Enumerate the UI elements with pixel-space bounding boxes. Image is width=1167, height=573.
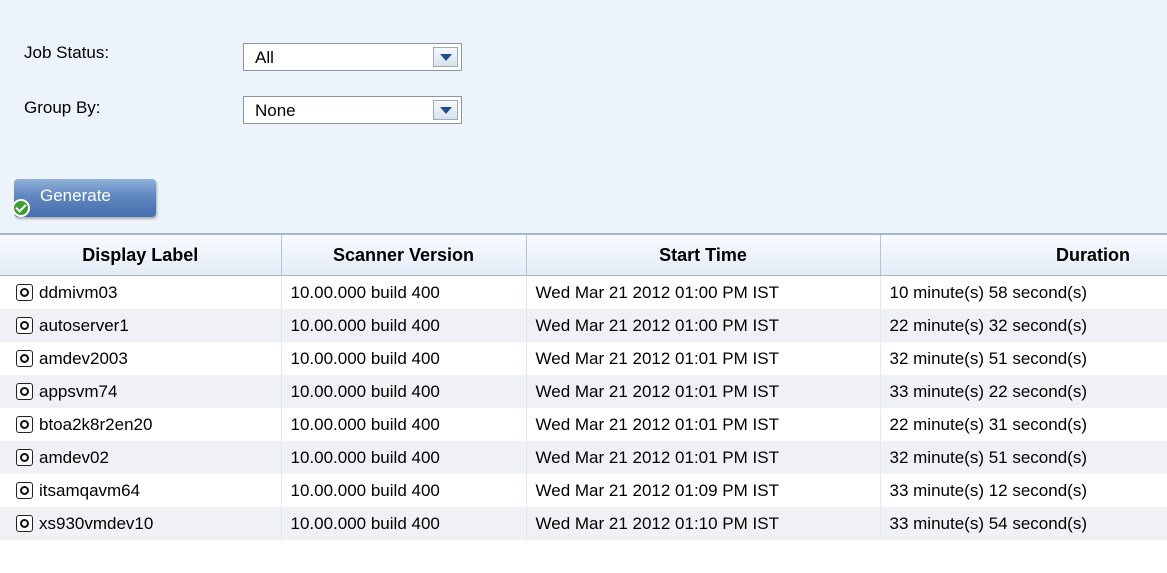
cell-display-label: amdev02	[0, 441, 282, 474]
cell-display-label: xs930vmdev10	[0, 507, 282, 540]
job-status-select[interactable]: All	[243, 43, 462, 71]
cell-start-time: Wed Mar 21 2012 01:01 PM IST	[526, 408, 881, 441]
cell-display-label: autoserver1	[0, 309, 282, 342]
cell-duration: 33 minute(s) 54 second(s)	[880, 507, 1167, 540]
cell-start-time: Wed Mar 21 2012 01:00 PM IST	[526, 275, 881, 309]
display-label-text: amdev2003	[39, 348, 128, 368]
table-header-row: Display Label Scanner Version Start Time…	[0, 235, 1167, 276]
cell-start-time: Wed Mar 21 2012 01:10 PM IST	[526, 507, 881, 540]
cell-scanner-version: 10.00.000 build 400	[281, 441, 527, 474]
table-row[interactable]: xs930vmdev10 10.00.000 build 400 Wed Mar 2…	[0, 507, 1167, 540]
cell-duration: 32 minute(s) 51 second(s)	[889, 348, 1087, 368]
node-icon	[16, 481, 33, 499]
display-label-text: appsvm74	[39, 381, 118, 401]
column-header-display-label[interactable]: Display Label	[0, 235, 282, 276]
cell-scanner-version: 10.00.000 build 400	[281, 342, 527, 375]
display-label-text: amdev02	[39, 447, 109, 467]
cell-duration: 10 minute(s) 58 second(s)	[889, 282, 1087, 302]
cell-scanner-version: 10.00.000 build 400	[281, 507, 527, 540]
cell-scanner-version: 10.00.000 build 400	[281, 375, 527, 408]
group-by-select[interactable]: None	[243, 96, 462, 124]
cell-start-time: Wed Mar 21 2012 01:01 PM IST	[526, 441, 881, 474]
node-icon	[16, 382, 33, 400]
display-label-text: autoserver1	[39, 315, 129, 335]
node-icon	[16, 415, 33, 433]
job-status-value: All	[255, 48, 274, 67]
cell-start-time: Wed Mar 21 2012 01:00 PM IST	[526, 309, 881, 342]
cell-start-time: Wed Mar 21 2012 01:01 PM IST	[526, 342, 881, 375]
table-row[interactable]: itsamqavm64 10.00.000 build 400 Wed Mar 21…	[0, 474, 1167, 507]
generate-button[interactable]: Generate	[12, 179, 156, 217]
cell-duration: 33 minute(s) 22 second(s)	[880, 375, 1167, 408]
scan-jobs-table: Display Label Scanner Version Start Time…	[0, 235, 1167, 540]
column-header-start-time[interactable]: Start Time	[526, 235, 881, 276]
generate-button-label: Generate	[40, 186, 111, 205]
node-icon	[16, 514, 33, 532]
table-row[interactable]: amdev02 10.00.000 build 400 Wed Mar 21 201…	[0, 441, 1167, 474]
display-label-text: ddmivm03	[39, 282, 118, 302]
table-row[interactable]: appsvm74 10.00.000 build 400 Wed Mar 21 20…	[0, 375, 1167, 408]
table-row[interactable]: ddmivm03 10.00.000 build 400 Wed Mar 21 20…	[0, 275, 1167, 309]
cell-duration: 22 minute(s) 32 second(s)	[880, 309, 1167, 342]
table-row[interactable]: amdev2003 10.00.000 build 400 Wed Mar 21 2…	[0, 342, 1167, 375]
job-status-label: Job Status:	[24, 43, 110, 62]
cell-scanner-version: 10.00.000 build 400	[281, 408, 527, 441]
node-icon	[16, 283, 33, 301]
table-row[interactable]: btoa2k8r2en20 10.00.000 build 400 Wed Mar …	[0, 408, 1167, 441]
group-by-dropdown-arrow-icon[interactable]	[433, 100, 458, 120]
cell-scanner-version: 10.00.000 build 400	[281, 474, 527, 507]
cell-display-label: itsamqavm64	[0, 474, 282, 507]
column-header-duration[interactable]: Duration	[880, 235, 1167, 276]
cell-duration: 33 minute(s) 12 second(s)	[889, 480, 1087, 500]
cell-scanner-version: 10.00.000 build 400	[281, 275, 527, 309]
cell-scanner-version: 10.00.000 build 400	[281, 309, 527, 342]
job-status-dropdown-arrow-icon[interactable]	[433, 47, 458, 67]
cell-display-label: amdev2003	[0, 342, 282, 375]
group-by-value: None	[255, 101, 296, 120]
check-icon	[12, 199, 30, 217]
display-label-text: xs930vmdev10	[39, 513, 154, 533]
node-icon	[16, 316, 33, 334]
cell-display-label: ddmivm03	[0, 275, 282, 309]
display-label-text: itsamqavm64	[39, 480, 141, 500]
column-header-scanner-version[interactable]: Scanner Version	[281, 235, 527, 276]
node-icon	[16, 349, 33, 367]
cell-display-label: btoa2k8r2en20	[0, 408, 282, 441]
display-label-text: btoa2k8r2en20	[39, 414, 153, 434]
cell-start-time: Wed Mar 21 2012 01:09 PM IST	[526, 474, 881, 507]
cell-display-label: appsvm74	[0, 375, 282, 408]
node-icon	[16, 448, 33, 466]
cell-duration: 22 minute(s) 31 second(s)	[889, 414, 1087, 434]
filter-panel: Job Status: All Group By: None Generate	[0, 0, 1167, 233]
cell-start-time: Wed Mar 21 2012 01:01 PM IST	[526, 375, 881, 408]
cell-duration: 32 minute(s) 51 second(s)	[880, 441, 1167, 474]
group-by-label: Group By:	[24, 98, 101, 117]
table-row[interactable]: autoserver1 10.00.000 build 400 Wed Mar 21…	[0, 309, 1167, 342]
